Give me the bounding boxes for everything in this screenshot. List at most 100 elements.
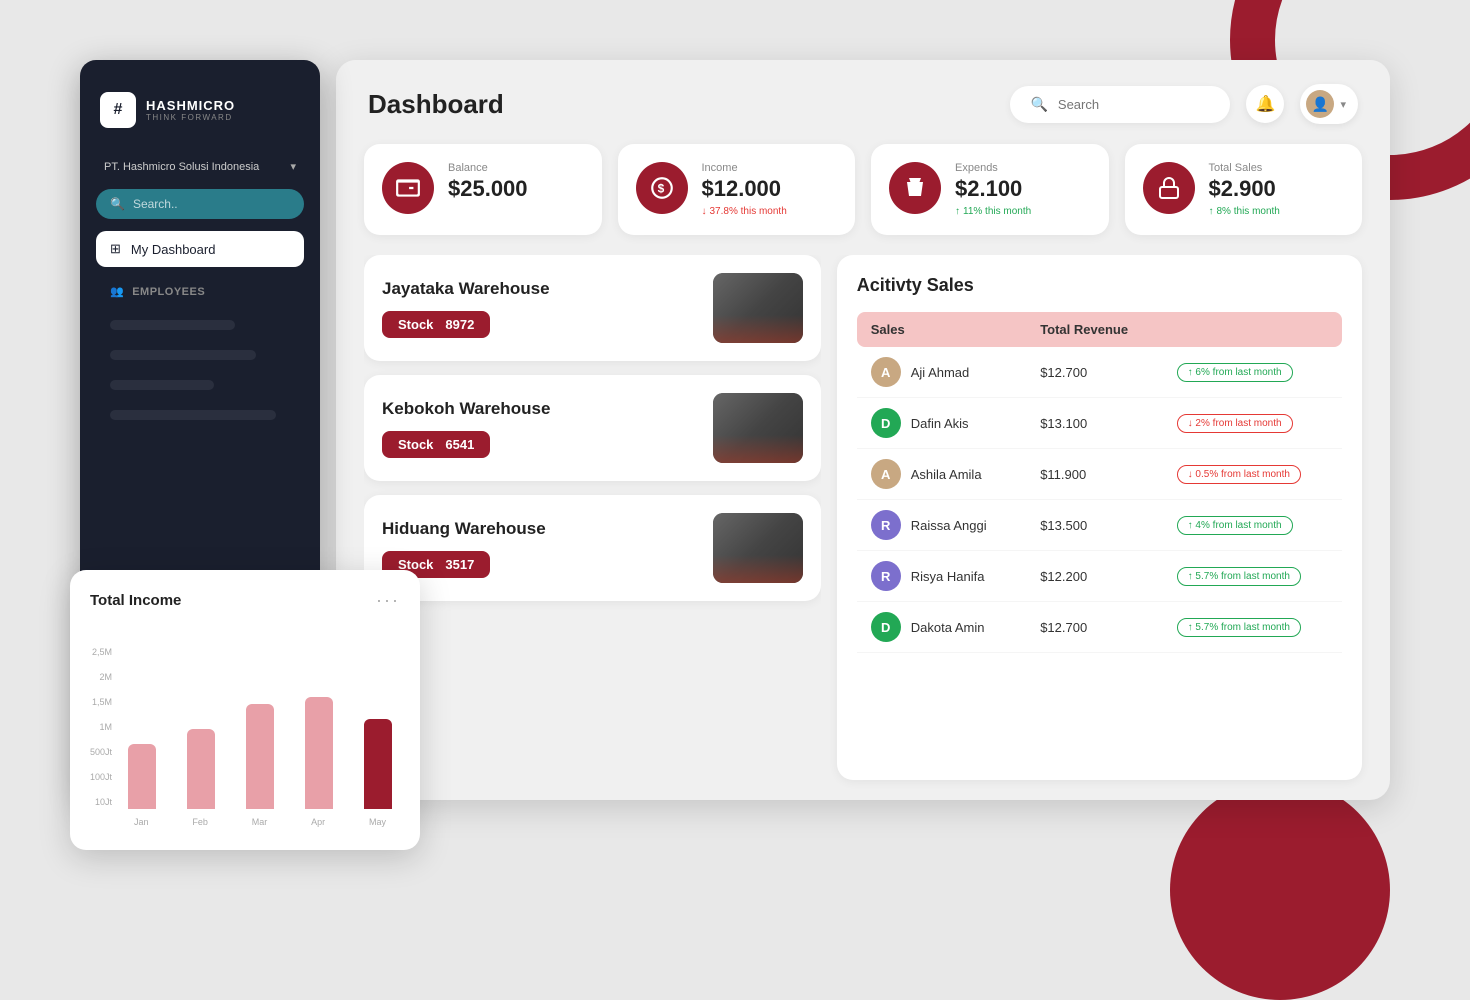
chart-y-axis: 2,5M2M1,5M1M500Jt100Jt10Jt — [90, 647, 120, 827]
y-axis-label: 1M — [100, 722, 113, 732]
stat-change-total-sales: ↑ 8% this month — [1209, 206, 1345, 217]
warehouse-name-hiduang: Hiduang Warehouse — [382, 519, 697, 539]
chart-more-button[interactable]: ··· — [376, 590, 400, 611]
header-right: 🔍 🔔 👤 ▾ — [1010, 84, 1358, 124]
sidebar-logo: # HASHMICRO THINK FORWARD — [96, 84, 304, 144]
revenue-cell: $12.200 — [1026, 551, 1162, 602]
sales-name: Aji Ahmad — [911, 365, 970, 380]
y-axis-label: 2,5M — [92, 647, 112, 657]
chart-bar — [364, 719, 392, 809]
sales-avatar: A — [871, 459, 901, 489]
sidebar-placeholder-1 — [110, 320, 235, 330]
y-axis-label: 10Jt — [95, 797, 112, 807]
stat-card-income: $ Income $12.000 ↓ 37.8% this month — [618, 144, 856, 235]
sales-avatar: D — [871, 612, 901, 642]
sales-person: A Aji Ahmad — [871, 357, 1012, 387]
x-axis-label: Feb — [192, 817, 208, 827]
sidebar-item-dashboard[interactable]: ⊞ My Dashboard — [96, 231, 304, 267]
logo-tagline: THINK FORWARD — [146, 113, 235, 122]
sidebar-search-icon: 🔍 — [110, 197, 125, 211]
chevron-down-icon: ▾ — [1340, 98, 1346, 111]
col-revenue: Total Revenue — [1026, 312, 1162, 347]
sales-avatar: A — [871, 357, 901, 387]
bar-group — [179, 729, 222, 809]
sidebar-placeholder-2 — [110, 350, 256, 360]
y-axis-label: 500Jt — [90, 747, 112, 757]
arrow-up-icon-2: ↑ — [1209, 206, 1214, 217]
expends-icon — [889, 162, 941, 214]
svg-text:$: $ — [657, 181, 664, 195]
stat-label-income: Income — [702, 162, 838, 174]
stat-value-total-sales: $2.900 — [1209, 178, 1345, 200]
sidebar-section-employees: 👥 EMPLOYEES — [96, 279, 304, 304]
table-row: A Ashila Amila $11.900 ↓ 0.5% from last … — [857, 449, 1342, 500]
table-row: R Risya Hanifa $12.200 ↑ 5.7% from last … — [857, 551, 1342, 602]
revenue-cell: $12.700 — [1026, 347, 1162, 398]
sales-name: Raissa Anggi — [911, 518, 987, 533]
stat-label-balance: Balance — [448, 162, 584, 174]
total-sales-icon — [1143, 162, 1195, 214]
page-title: Dashboard — [368, 89, 504, 120]
chart-bars-area: JanFebMarAprMay — [120, 649, 400, 827]
sales-name: Dakota Amin — [911, 620, 985, 635]
table-row: D Dakota Amin $12.700 ↑ 5.7% from last m… — [857, 602, 1342, 653]
warehouse-name-jayataka: Jayataka Warehouse — [382, 279, 697, 299]
activity-title: Acitivty Sales — [857, 275, 1342, 296]
stat-card-expends: Expends $2.100 ↑ 11% this month — [871, 144, 1109, 235]
change-badge: ↓ 2% from last month — [1177, 414, 1293, 433]
sales-avatar: D — [871, 408, 901, 438]
stat-value-expends: $2.100 — [955, 178, 1091, 200]
revenue-cell: $13.500 — [1026, 500, 1162, 551]
stat-value-income: $12.000 — [702, 178, 838, 200]
x-axis-labels: JanFebMarAprMay — [120, 817, 400, 827]
header: Dashboard 🔍 🔔 👤 ▾ — [336, 60, 1390, 144]
company-name: PT. Hashmicro Solusi Indonesia — [104, 161, 259, 173]
x-axis-label: Jan — [134, 817, 149, 827]
section-label: EMPLOYEES — [132, 286, 205, 298]
sidebar-placeholder-4 — [110, 410, 276, 420]
bar-group — [357, 719, 400, 809]
chart-bar — [187, 729, 215, 809]
revenue-cell: $12.700 — [1026, 602, 1162, 653]
user-avatar: 👤 — [1306, 90, 1334, 118]
search-input[interactable] — [1058, 97, 1211, 112]
warehouse-card-kebokoh: Kebokoh Warehouse Stock 6541 — [364, 375, 821, 481]
income-icon: $ — [636, 162, 688, 214]
y-axis-label: 100Jt — [90, 772, 112, 782]
sidebar-item-label: My Dashboard — [131, 242, 216, 257]
table-row: A Aji Ahmad $12.700 ↑ 6% from last month — [857, 347, 1342, 398]
sidebar-placeholder-3 — [110, 380, 214, 390]
chart-card: Total Income ··· 2,5M2M1,5M1M500Jt100Jt1… — [70, 570, 420, 850]
warehouse-name-kebokoh: Kebokoh Warehouse — [382, 399, 697, 419]
sales-avatar: R — [871, 561, 901, 591]
employees-icon: 👥 — [110, 285, 124, 298]
sales-person: D Dafin Akis — [871, 408, 1012, 438]
sales-name: Dafin Akis — [911, 416, 969, 431]
stock-badge-jayataka: Stock 8972 — [382, 311, 490, 338]
sidebar-search-input[interactable] — [133, 197, 290, 211]
main-content: Dashboard 🔍 🔔 👤 ▾ Ba — [336, 60, 1390, 800]
x-axis-label: Mar — [252, 817, 268, 827]
user-menu-button[interactable]: 👤 ▾ — [1300, 84, 1358, 124]
chart-bar — [305, 697, 333, 809]
revenue-cell: $11.900 — [1026, 449, 1162, 500]
chart-header: Total Income ··· — [90, 590, 400, 611]
stat-value-balance: $25.000 — [448, 178, 584, 200]
table-row: D Dafin Akis $13.100 ↓ 2% from last mont… — [857, 398, 1342, 449]
logo-name: HASHMICRO — [146, 98, 235, 113]
bar-group — [298, 697, 341, 809]
notification-button[interactable]: 🔔 — [1246, 85, 1284, 123]
sales-person: D Dakota Amin — [871, 612, 1012, 642]
stat-card-total-sales: Total Sales $2.900 ↑ 8% this month — [1125, 144, 1363, 235]
chevron-down-icon: ▾ — [290, 160, 296, 173]
company-selector[interactable]: PT. Hashmicro Solusi Indonesia ▾ — [96, 156, 304, 177]
stat-label-expends: Expends — [955, 162, 1091, 174]
x-axis-label: Apr — [311, 817, 325, 827]
stat-label-total-sales: Total Sales — [1209, 162, 1345, 174]
bars-container — [120, 649, 400, 809]
logo-icon: # — [100, 92, 136, 128]
bar-group — [120, 744, 163, 809]
stat-change-income: ↓ 37.8% this month — [702, 206, 838, 217]
search-icon: 🔍 — [1030, 96, 1047, 113]
y-axis-label: 2M — [100, 672, 113, 682]
